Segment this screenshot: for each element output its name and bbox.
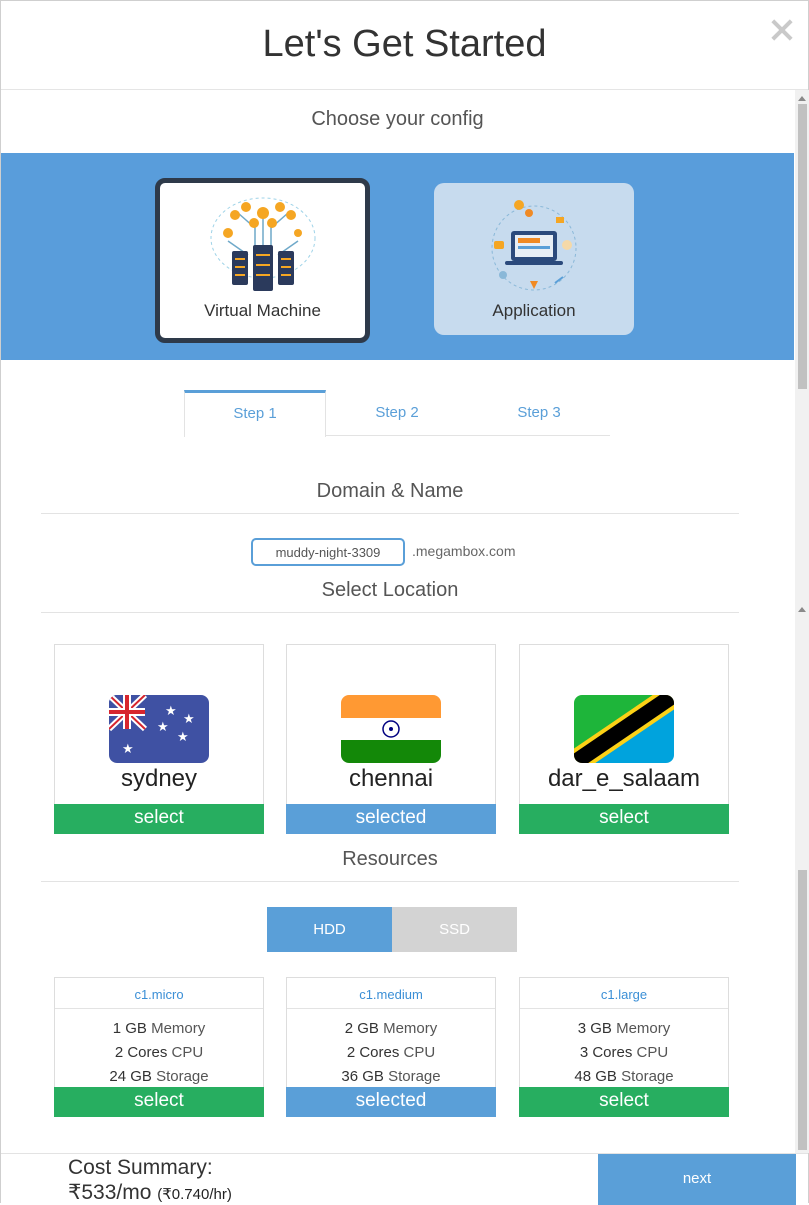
config-option-label: Application: [492, 301, 576, 320]
domain-name-input[interactable]: [251, 538, 405, 566]
hdd-option[interactable]: HDD: [267, 907, 392, 952]
config-modal: Let's Get Started Choose your config Vir…: [0, 0, 809, 1205]
config-option-application[interactable]: Application: [434, 183, 634, 335]
scroll-up-icon[interactable]: [798, 607, 806, 612]
monthly-cost: ₹533/mo: [68, 1181, 152, 1204]
storage-spec: 48 GB Storage: [574, 1068, 674, 1085]
location-card-chennai[interactable]: chennai selected: [286, 644, 496, 834]
select-location-button[interactable]: selected: [286, 804, 496, 834]
plan-name: c1.large: [520, 978, 728, 1009]
plan-card-c1-medium[interactable]: c1.medium 2 GB Memory 2 Cores CPU 36 GB …: [286, 977, 496, 1117]
svg-text:★: ★: [177, 730, 189, 745]
resources-heading: Resources: [41, 848, 739, 882]
application-laptop-icon: [491, 200, 577, 291]
plan-name: c1.medium: [287, 978, 495, 1009]
plan-name: c1.micro: [55, 978, 263, 1009]
plan-card-c1-micro[interactable]: c1.micro 1 GB Memory 2 Cores CPU 24 GB S…: [54, 977, 264, 1117]
close-icon[interactable]: [770, 19, 792, 41]
cpu-spec: 3 Cores CPU: [579, 1044, 669, 1061]
india-flag-icon: [341, 695, 441, 763]
location-name: sydney: [120, 765, 198, 792]
cost-footer: Cost Summary: ₹533/mo (₹0.740/hr) next: [1, 1153, 808, 1205]
hourly-cost: (₹0.740/hr): [157, 1186, 232, 1203]
ssd-option[interactable]: SSD: [392, 907, 517, 952]
location-card-sydney[interactable]: ★ ★ ★ ★ ★ sydney select: [54, 644, 264, 834]
domain-row: .megambox.com: [251, 538, 515, 566]
tanzania-flag-icon: [574, 695, 674, 763]
tab-step-2[interactable]: Step 2: [326, 390, 468, 435]
scroll-up-icon[interactable]: [798, 96, 806, 101]
plan-card-c1-large[interactable]: c1.large 3 GB Memory 3 Cores CPU 48 GB S…: [519, 977, 729, 1117]
location-card-dar-e-salaam[interactable]: dar_e_salaam select: [519, 644, 729, 834]
location-name: chennai: [348, 765, 434, 792]
svg-text:★: ★: [165, 704, 177, 719]
select-plan-button[interactable]: select: [519, 1087, 729, 1117]
next-button[interactable]: next: [598, 1154, 796, 1205]
cost-value: ₹533/mo (₹0.740/hr): [68, 1180, 232, 1205]
modal-header: Let's Get Started: [1, 1, 808, 90]
storage-spec: 24 GB Storage: [109, 1068, 209, 1085]
modal-body: Choose your config Virtual Machine Appli…: [1, 90, 794, 1202]
domain-heading: Domain & Name: [41, 480, 739, 514]
disk-type-toggle: HDD SSD: [267, 907, 517, 952]
modal-title: Let's Get Started: [262, 23, 547, 65]
domain-suffix: .megambox.com: [412, 543, 516, 559]
location-name: dar_e_salaam: [547, 765, 701, 792]
australia-flag-icon: ★★★★★: [109, 695, 209, 763]
tab-step-3[interactable]: Step 3: [468, 390, 610, 435]
config-option-label: Virtual Machine: [204, 301, 321, 320]
memory-spec: 2 GB Memory: [344, 1020, 438, 1037]
location-heading: Select Location: [41, 579, 739, 613]
svg-text:★: ★: [157, 720, 169, 735]
select-location-button[interactable]: select: [519, 804, 729, 834]
scrollbar[interactable]: [795, 90, 809, 1153]
svg-text:★: ★: [122, 742, 134, 757]
config-option-virtual-machine[interactable]: Virtual Machine: [155, 178, 370, 343]
select-location-button[interactable]: select: [54, 804, 264, 834]
select-plan-button[interactable]: selected: [286, 1087, 496, 1117]
cpu-spec: 2 Cores CPU: [114, 1044, 204, 1061]
step-tabs: Step 1 Step 2 Step 3: [184, 390, 610, 437]
memory-spec: 3 GB Memory: [577, 1020, 671, 1037]
svg-text:★: ★: [183, 712, 195, 727]
config-heading: Choose your config: [311, 108, 484, 130]
scroll-thumb[interactable]: [798, 104, 807, 389]
server-cloud-icon: [210, 197, 315, 291]
storage-spec: 36 GB Storage: [341, 1068, 441, 1085]
tab-step-1[interactable]: Step 1: [184, 390, 326, 437]
select-plan-button[interactable]: select: [54, 1087, 264, 1117]
config-selector: Virtual Machine Application: [1, 153, 794, 360]
memory-spec: 1 GB Memory: [112, 1020, 206, 1037]
cpu-spec: 2 Cores CPU: [346, 1044, 436, 1061]
scroll-thumb[interactable]: [798, 870, 807, 1150]
cost-summary-label: Cost Summary:: [68, 1156, 213, 1179]
